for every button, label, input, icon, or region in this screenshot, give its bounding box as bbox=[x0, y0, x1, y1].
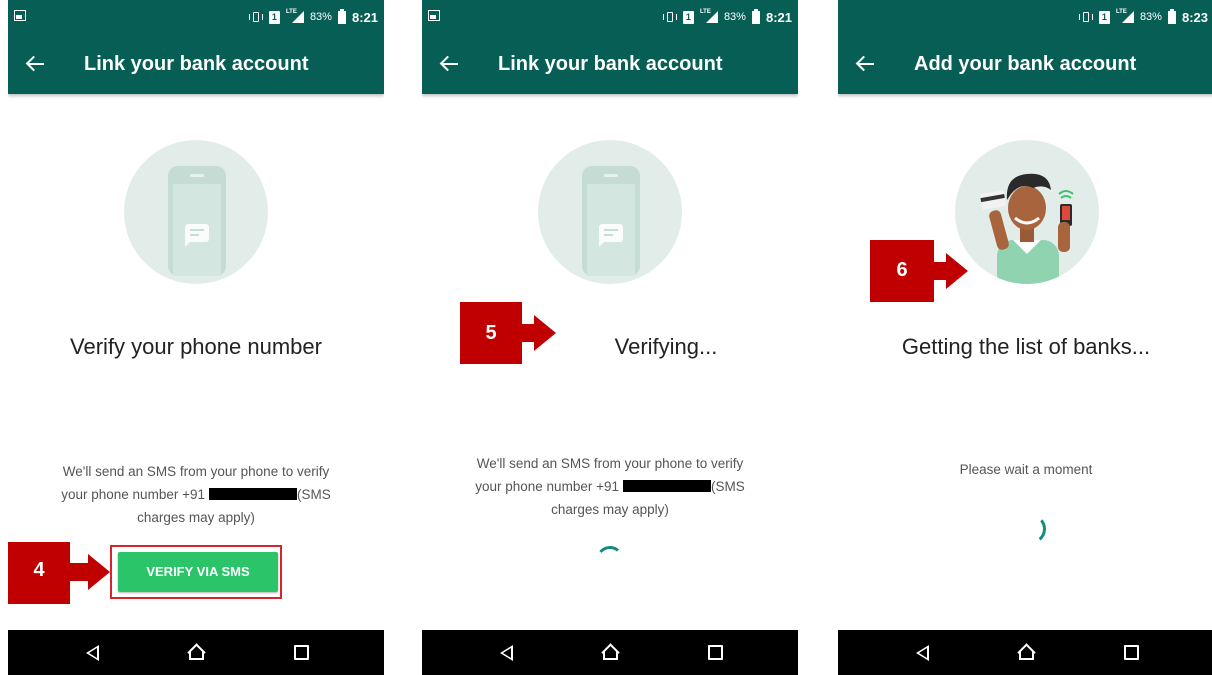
app-bar: Link your bank account bbox=[8, 34, 384, 94]
nav-back-icon[interactable] bbox=[916, 645, 929, 661]
status-bar: 1 LTE 83% 8:21 bbox=[8, 0, 384, 34]
back-arrow-icon[interactable] bbox=[440, 56, 458, 72]
step-4-badge: 4 bbox=[8, 542, 70, 604]
phone-message-illustration bbox=[538, 140, 682, 284]
redacted-phone-number bbox=[208, 488, 297, 500]
redacted-phone-number bbox=[622, 480, 711, 492]
please-wait-text: Please wait a moment bbox=[959, 462, 1093, 477]
nav-home-icon[interactable] bbox=[187, 643, 206, 662]
back-arrow-icon[interactable] bbox=[856, 56, 874, 72]
status-bar: 1 LTE 83% 8:23 bbox=[838, 0, 1212, 34]
sms-info-text: We'll send an SMS from your phone to ver… bbox=[452, 452, 768, 521]
person-illustration bbox=[980, 173, 1074, 284]
nav-home-icon[interactable] bbox=[1017, 643, 1036, 662]
nav-recent-icon[interactable] bbox=[708, 645, 723, 660]
info-line: (SMS bbox=[710, 479, 745, 494]
android-nav-bar bbox=[838, 630, 1212, 675]
info-line: your phone number +91 bbox=[475, 479, 619, 494]
verify-heading: Verify your phone number bbox=[70, 334, 322, 359]
page-title: Link your bank account bbox=[84, 53, 309, 75]
android-nav-bar bbox=[8, 630, 384, 675]
sms-info-text: We'll send an SMS from your phone to ver… bbox=[38, 460, 354, 529]
step-6-number: 6 bbox=[896, 259, 908, 281]
step-4-number: 4 bbox=[33, 559, 45, 581]
info-line: We'll send an SMS from your phone to ver… bbox=[476, 456, 744, 471]
nav-back-icon[interactable] bbox=[86, 645, 99, 661]
loading-spinner bbox=[1014, 512, 1048, 546]
screen-getting-banks: 1 LTE 83% 8:23 Add your bank account Get… bbox=[838, 0, 1212, 675]
vibrate-icon bbox=[1078, 11, 1093, 23]
info-line: We'll send an SMS from your phone to ver… bbox=[62, 464, 330, 479]
page-title: Link your bank account bbox=[498, 53, 723, 75]
status-time: 8:21 bbox=[351, 9, 378, 25]
vibrate-icon bbox=[248, 11, 263, 23]
page-title: Add your bank account bbox=[914, 53, 1137, 75]
nav-recent-icon[interactable] bbox=[294, 645, 309, 660]
info-line: your phone number +91 bbox=[61, 487, 205, 502]
vibrate-icon bbox=[662, 11, 677, 23]
sim-icon: 1 bbox=[682, 10, 694, 24]
step-5-arrow-icon bbox=[534, 315, 556, 351]
step-5-number: 5 bbox=[485, 322, 497, 344]
step-5-badge: 5 bbox=[460, 302, 522, 364]
battery-icon bbox=[1167, 8, 1176, 24]
step-4-arrow-shaft bbox=[70, 563, 90, 581]
info-line: charges may apply) bbox=[137, 510, 255, 525]
nav-back-icon[interactable] bbox=[500, 645, 513, 661]
battery-icon bbox=[337, 8, 346, 24]
person-with-card-illustration bbox=[955, 140, 1099, 284]
phone-message-illustration bbox=[124, 140, 268, 284]
step-4-arrow-icon bbox=[88, 554, 110, 590]
android-nav-bar bbox=[422, 630, 798, 675]
info-line: charges may apply) bbox=[551, 502, 669, 517]
back-arrow-icon[interactable] bbox=[26, 56, 44, 72]
signal-icon: LTE bbox=[700, 9, 718, 24]
status-bar: 1 LTE 83% 8:21 bbox=[422, 0, 798, 34]
step-6-arrow-icon bbox=[946, 253, 968, 289]
verify-via-sms-button[interactable]: VERIFY VIA SMS bbox=[118, 552, 278, 592]
getting-banks-heading: Getting the list of banks... bbox=[901, 334, 1151, 359]
info-line: (SMS bbox=[296, 487, 331, 502]
nav-home-icon[interactable] bbox=[601, 643, 620, 662]
battery-percent: 83% bbox=[723, 11, 746, 23]
app-bar: Link your bank account bbox=[422, 34, 798, 94]
signal-icon: LTE bbox=[286, 9, 304, 24]
nav-recent-icon[interactable] bbox=[1124, 645, 1139, 660]
app-bar: Add your bank account bbox=[838, 34, 1212, 94]
battery-percent: 83% bbox=[309, 11, 332, 23]
image-notification-icon bbox=[428, 10, 440, 21]
sim-icon: 1 bbox=[268, 10, 280, 24]
battery-icon bbox=[751, 8, 760, 24]
signal-icon: LTE bbox=[1116, 9, 1134, 24]
sim-icon: 1 bbox=[1098, 10, 1110, 24]
loading-spinner bbox=[594, 544, 626, 576]
step-6-badge: 6 bbox=[870, 240, 934, 302]
status-time: 8:21 bbox=[765, 9, 792, 25]
battery-percent: 83% bbox=[1139, 11, 1162, 23]
image-notification-icon bbox=[14, 10, 26, 21]
status-time: 8:23 bbox=[1181, 9, 1208, 25]
